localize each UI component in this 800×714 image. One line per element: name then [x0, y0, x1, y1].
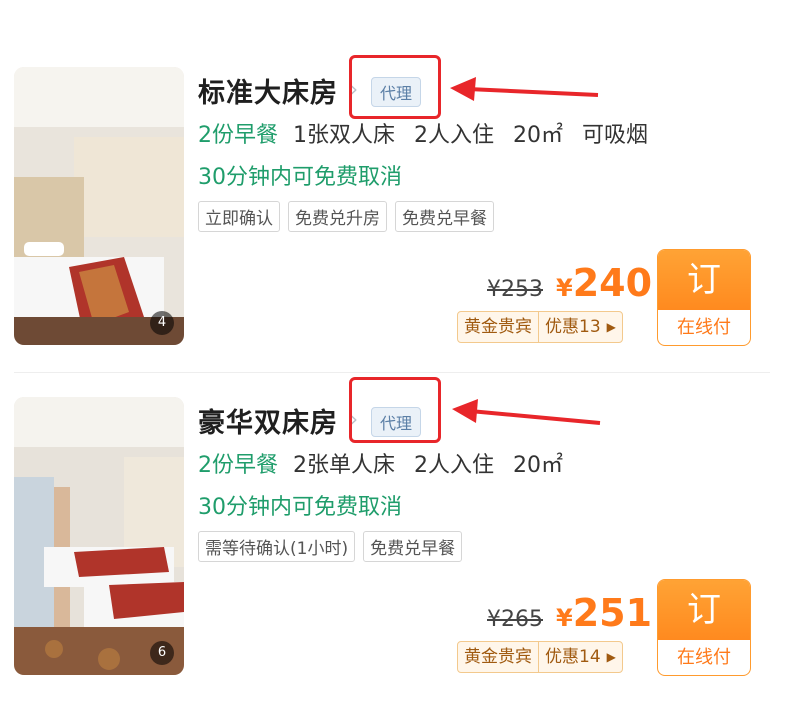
bed-info: 2张单人床 [293, 453, 395, 478]
vip-discount[interactable]: 黄金贵宾 优惠13 ▶ [457, 311, 623, 343]
photo-count-badge: 6 [150, 641, 174, 665]
book-label: 订 [658, 580, 750, 640]
caret-right-icon: ▶ [606, 650, 616, 664]
breakfast-info: 2份早餐 [198, 123, 278, 148]
occupancy-info: 2人入住 [414, 453, 494, 478]
room-card[interactable]: 4 标准大床房 › 代理 2份早餐 1张双人床 2人入住 20㎡ 可吸烟 30分… [0, 55, 772, 355]
pay-label: 在线付 [677, 647, 731, 668]
original-price: ¥265 [487, 607, 543, 632]
vip-label: 黄金贵宾 [458, 312, 539, 342]
occupancy-info: 2人入住 [414, 123, 494, 148]
area-info: 20㎡ [513, 123, 563, 148]
red-arrow-icon [450, 77, 599, 101]
breakfast-info: 2份早餐 [198, 453, 278, 478]
vip-discount-value: 优惠13 [545, 317, 601, 337]
pay-label: 在线付 [677, 317, 731, 338]
book-button[interactable]: 订 在线付 [657, 579, 751, 676]
tag: 免费兑升房 [288, 201, 387, 232]
original-price: ¥253 [487, 277, 543, 302]
currency-symbol: ¥ [556, 274, 573, 302]
room-card[interactable]: 6 豪华双床房 › 代理 2份早餐 2张单人床 2人入住 20㎡ 30分钟内可免… [0, 377, 772, 685]
price-value: 251 [572, 591, 653, 635]
vip-discount[interactable]: 黄金贵宾 优惠14 ▶ [457, 641, 623, 673]
currency-symbol: ¥ [556, 604, 573, 632]
cancel-policy: 30分钟内可免费取消 [198, 165, 402, 190]
room-info: 2份早餐 1张双人床 2人入住 20㎡ 可吸烟 [198, 117, 660, 149]
room-photo[interactable]: 6 [14, 397, 184, 675]
red-arrow-icon [452, 399, 601, 425]
room-info: 2份早餐 2张单人床 2人入住 20㎡ [198, 447, 575, 479]
smoking-info: 可吸烟 [582, 123, 649, 148]
current-price: ¥240 [556, 261, 652, 305]
tag: 免费兑早餐 [363, 531, 463, 562]
book-button[interactable]: 订 在线付 [657, 249, 751, 346]
bed-info: 1张双人床 [293, 123, 395, 148]
divider [14, 372, 770, 373]
tag-list: 立即确认 免费兑升房 免费兑早餐 [198, 201, 494, 232]
vip-discount-value: 优惠14 [545, 647, 601, 667]
cancel-policy: 30分钟内可免费取消 [198, 495, 402, 520]
book-label: 订 [658, 250, 750, 310]
tag: 需等待确认(1小时) [198, 531, 356, 562]
annotation-box [349, 55, 441, 119]
current-price: ¥251 [556, 591, 652, 635]
room-title[interactable]: 标准大床房 [198, 71, 338, 110]
photo-count-badge: 4 [150, 311, 174, 335]
tag-list: 需等待确认(1小时) 免费兑早餐 [198, 531, 463, 562]
area-info: 20㎡ [513, 453, 563, 478]
price-value: 240 [572, 261, 653, 305]
caret-right-icon: ▶ [606, 320, 616, 334]
room-photo[interactable]: 4 [14, 67, 184, 345]
vip-label: 黄金贵宾 [458, 642, 539, 672]
tag: 免费兑早餐 [395, 201, 494, 232]
room-title[interactable]: 豪华双床房 [198, 401, 338, 440]
annotation-box [349, 377, 441, 443]
tag: 立即确认 [198, 201, 280, 232]
